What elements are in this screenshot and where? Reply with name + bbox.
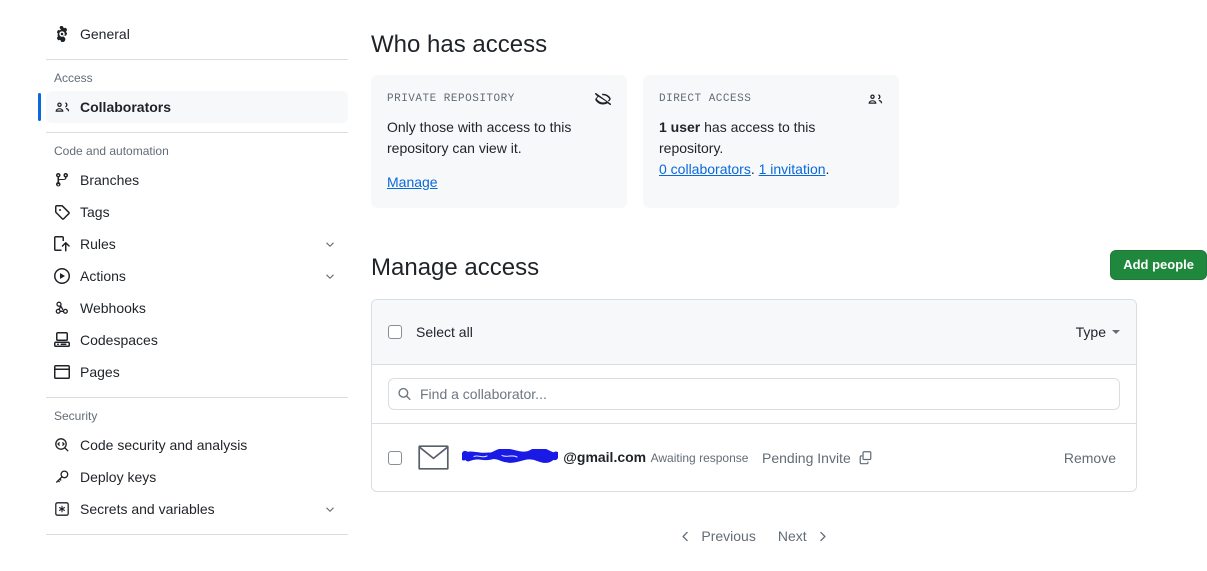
find-a-collaborator-input[interactable]	[388, 378, 1120, 410]
sidebar-item-code-security-and-analysis[interactable]: Code security and analysis	[46, 429, 348, 461]
pagination: Previous Next	[371, 528, 1137, 544]
sidebar-item-label: Collaborators	[80, 99, 172, 115]
collaborator-email: xxxxxxxxxxxxx@gmail.com	[462, 448, 646, 466]
pagination-previous-label: Previous	[701, 528, 756, 544]
chevron-down-icon	[1112, 330, 1120, 334]
eye-closed-icon	[595, 91, 611, 107]
access-summary-cards: PRIVATE REPOSITORY Only those with acces…	[371, 75, 899, 208]
card-header: PRIVATE REPOSITORY	[387, 91, 611, 107]
manage-access-panel: Select all Type Find a collaborator... @…	[371, 299, 1137, 492]
collaborators-count-link[interactable]: 0 collaborators	[659, 161, 751, 177]
sidebar-item-label: Branches	[80, 172, 140, 188]
body-end-period: .	[825, 161, 830, 177]
pagination-previous-button[interactable]: Previous	[679, 528, 756, 544]
sidebar-item-general[interactable]: General	[46, 18, 348, 50]
sidebar-divider	[46, 132, 348, 133]
browser-icon	[54, 364, 70, 380]
card-eyebrow-private-repository: PRIVATE REPOSITORY	[387, 93, 515, 105]
sidebar-item-secrets-and-variables[interactable]: Secrets and variables	[46, 493, 348, 525]
sidebar-item-label: Secrets and variables	[80, 501, 215, 517]
chevron-down-icon[interactable]	[322, 501, 338, 517]
sidebar-divider	[46, 59, 348, 60]
sidebar-item-label: Actions	[80, 268, 126, 284]
table-row: xxxxxxxxxxxxx@gmail.com	[372, 424, 1136, 491]
pagination-next-button[interactable]: Next	[778, 528, 829, 544]
card-header: DIRECT ACCESS	[659, 91, 883, 107]
card-body-direct-access: 1 user has access to this repository. 0 …	[659, 117, 883, 180]
search-icon	[397, 387, 412, 402]
manage-visibility-link[interactable]: Manage	[387, 174, 438, 190]
tag-icon	[54, 204, 70, 220]
people-icon	[867, 91, 883, 107]
chevron-down-icon[interactable]	[322, 268, 338, 284]
sidebar-group-title-code-and-automation: Code and automation	[54, 144, 169, 158]
sidebar-item-label: Webhooks	[80, 300, 146, 316]
rules-icon	[54, 236, 70, 252]
chevron-left-icon	[679, 530, 692, 543]
envelope-icon	[417, 442, 449, 474]
sidebar-divider	[46, 397, 348, 398]
collaborator-search-row	[372, 365, 1136, 424]
gear-icon	[54, 26, 70, 42]
link-separator: .	[750, 161, 759, 177]
remove-collaborator-link[interactable]: Remove	[1064, 450, 1116, 466]
sidebar-item-collaborators[interactable]: Collaborators	[38, 91, 348, 123]
sidebar-group-title-security: Security	[54, 409, 98, 423]
direct-access-card: DIRECT ACCESS 1 user has access to this …	[643, 75, 899, 208]
redaction-scribble	[462, 449, 558, 463]
play-icon	[54, 268, 70, 284]
sidebar-item-webhooks[interactable]: Webhooks	[46, 292, 348, 324]
row-select-checkbox[interactable]	[388, 450, 402, 465]
codespaces-icon	[54, 332, 70, 348]
sidebar-item-pages[interactable]: Pages	[46, 356, 348, 388]
settings-page: General Access Collaborators Code and au…	[0, 0, 1207, 571]
code-search-icon	[54, 437, 70, 453]
key-icon	[54, 469, 70, 485]
sidebar-item-label: Rules	[80, 236, 116, 252]
webhook-icon	[54, 300, 70, 316]
select-all-checkbox[interactable]	[388, 325, 402, 339]
sidebar-item-codespaces[interactable]: Codespaces	[46, 324, 348, 356]
sidebar-item-label: Deploy keys	[80, 469, 157, 485]
pagination-next-label: Next	[777, 528, 807, 544]
sidebar-item-label: Codespaces	[80, 332, 158, 348]
sidebar-item-branches[interactable]: Branches	[46, 164, 348, 196]
add-people-button[interactable]: Add people	[1110, 250, 1207, 280]
people-icon	[54, 99, 70, 115]
main-content: Who has access PRIVATE REPOSITORY Only t…	[371, 0, 1207, 571]
sidebar-item-label: General	[80, 26, 130, 42]
private-repository-card: PRIVATE REPOSITORY Only those with acces…	[371, 75, 627, 208]
type-filter-label: Type	[1075, 324, 1106, 340]
git-branch-icon	[54, 172, 70, 188]
sidebar-item-label: Pages	[80, 364, 120, 380]
copy-icon[interactable]	[858, 450, 873, 465]
sidebar-item-label: Tags	[80, 204, 110, 220]
direct-access-user-count: 1 user	[659, 119, 701, 135]
collaborator-identity: xxxxxxxxxxxxx@gmail.com	[462, 448, 762, 467]
manage-access-toolbar: Select all Type	[372, 300, 1136, 365]
sidebar-group-title-access: Access	[54, 71, 93, 85]
asterisk-box-icon	[54, 501, 70, 517]
collaborator-email-domain: @gmail.com	[563, 449, 647, 465]
search-wrapper	[388, 378, 1120, 410]
chevron-down-icon[interactable]	[322, 236, 338, 252]
sidebar-item-actions[interactable]: Actions	[46, 260, 348, 292]
type-filter-dropdown[interactable]: Type	[1076, 324, 1120, 340]
sidebar-item-deploy-keys[interactable]: Deploy keys	[46, 461, 348, 493]
sidebar-item-tags[interactable]: Tags	[46, 196, 348, 228]
pending-invite-label: Pending Invite	[762, 449, 851, 466]
page-title-who-has-access: Who has access	[371, 31, 548, 58]
card-eyebrow-direct-access: DIRECT ACCESS	[659, 93, 752, 105]
card-body-private-repository: Only those with access to this repositor…	[387, 119, 572, 156]
sidebar-divider	[46, 534, 348, 535]
pending-invite-status: Pending Invite	[762, 450, 1064, 466]
sidebar-item-rules[interactable]: Rules	[46, 228, 348, 260]
page-title-manage-access: Manage access	[371, 254, 540, 281]
sidebar-item-label: Code security and analysis	[80, 437, 248, 453]
repo-settings-sidebar: General Access Collaborators Code and au…	[0, 0, 360, 571]
invitations-count-link[interactable]: 1 invitation	[759, 161, 826, 177]
collaborator-status-sub: Awaiting response	[650, 451, 749, 465]
chevron-right-icon	[816, 530, 829, 543]
select-all-label: Select all	[416, 324, 473, 340]
